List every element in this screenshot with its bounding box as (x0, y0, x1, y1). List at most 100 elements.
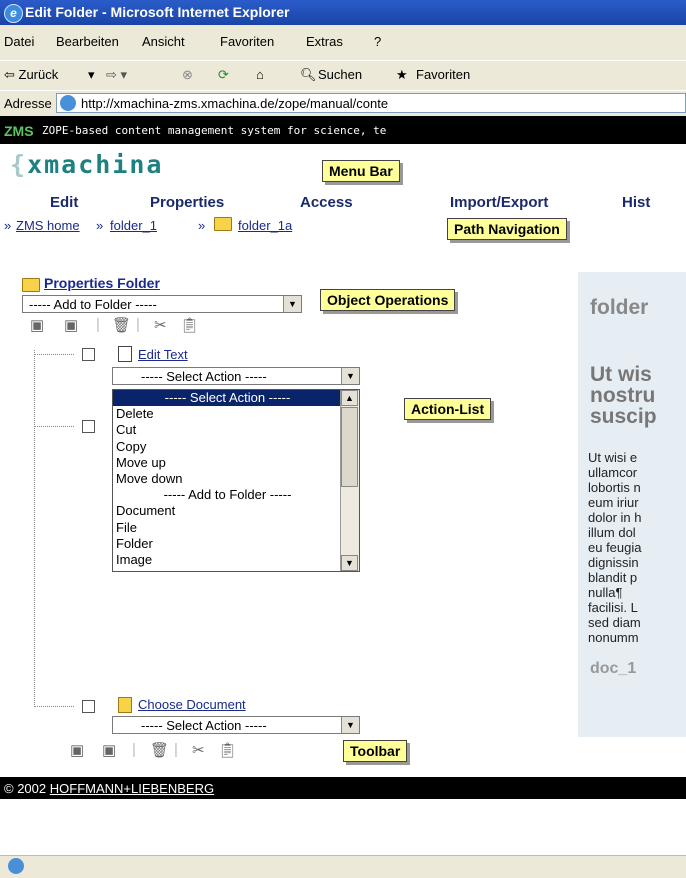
separator: | (136, 316, 140, 333)
copy-icon[interactable]: ▣ (70, 741, 84, 759)
paste-icon[interactable]: ▣ (64, 316, 78, 334)
delete-icon[interactable]: 🗑︎ (112, 316, 131, 334)
action-option[interactable]: ----- Select Action ----- (113, 390, 359, 407)
zms-logo: ZMS (4, 123, 34, 139)
address-input[interactable]: http://xmachina-zms.xmachina.de/zope/man… (56, 93, 686, 113)
action-option[interactable]: Copy (113, 439, 359, 455)
content-preview-panel: folder Ut wis nostru suscip Ut wisi e ul… (578, 272, 686, 737)
edit-text-link[interactable]: Edit Text (138, 347, 188, 362)
address-label: Adresse (4, 96, 52, 111)
callout-toolbar: Toolbar (343, 740, 408, 762)
tree-line (34, 354, 74, 355)
footer-company-link[interactable]: HOFFMANN+LIEBENBERG (50, 781, 214, 796)
address-bar: Adresse http://xmachina-zms.xmachina.de/… (0, 90, 686, 117)
stop-icon[interactable]: ⊗ (182, 67, 193, 83)
search-icon[interactable]: 🔍︎ (300, 67, 317, 83)
preview-title: Ut wis nostru suscip (590, 363, 657, 428)
item-checkbox[interactable] (82, 348, 95, 361)
footer-text: © 2002 HOFFMANN+LIEBENBERG (4, 781, 215, 796)
tree-line (34, 350, 35, 707)
callout-menu-bar: Menu Bar (322, 160, 400, 182)
action-option[interactable]: Document (113, 503, 359, 519)
refresh-icon[interactable]: ⟳ (218, 67, 229, 83)
properties-folder-link[interactable]: Properties Folder (44, 275, 160, 291)
address-url: http://xmachina-zms.xmachina.de/zope/man… (81, 96, 389, 111)
internet-zone-icon (8, 858, 24, 874)
scroll-thumb[interactable] (341, 407, 358, 487)
item-checkbox[interactable] (82, 420, 95, 433)
scrollbar[interactable]: ▲ ▼ (340, 390, 359, 571)
add-to-folder-select[interactable]: ----- Add to Folder ----- ▼ (22, 295, 302, 313)
choose-document-link[interactable]: Choose Document (138, 697, 246, 712)
tree-line (34, 426, 74, 427)
window-title: Edit Folder - Microsoft Internet Explore… (25, 4, 290, 20)
chevron-down-icon: ▼ (341, 717, 359, 733)
action-option[interactable]: ----- Add to Folder ----- (113, 487, 359, 503)
callout-action-list: Action-List (404, 398, 492, 420)
page-icon (60, 95, 76, 111)
menu-help[interactable]: ? (374, 34, 381, 49)
breadcrumb-sep: » (198, 218, 206, 233)
forward-button[interactable]: ⇨ ▾ (106, 67, 127, 83)
zms-tagline: ZOPE-based content management system for… (42, 124, 387, 137)
tab-import-export[interactable]: Import/Export (450, 194, 548, 211)
tab-properties[interactable]: Properties (150, 194, 224, 211)
zms-banner: ZMS ZOPE-based content management system… (0, 116, 686, 144)
browser-menu-bar: Datei Bearbeiten Ansicht Favoriten Extra… (0, 25, 686, 60)
action-option[interactable]: Folder (113, 536, 359, 552)
callout-path-navigation: Path Navigation (447, 218, 567, 240)
scroll-up-icon[interactable]: ▲ (341, 390, 358, 406)
breadcrumb-folder-1a[interactable]: folder_1a (238, 218, 292, 233)
separator: | (174, 741, 178, 758)
page-footer: © 2002 HOFFMANN+LIEBENBERG (0, 777, 686, 799)
chevron-down-icon: ▼ (283, 296, 301, 312)
back-dropdown-icon[interactable]: ▾ (88, 67, 95, 83)
home-icon[interactable]: ⌂ (256, 67, 264, 82)
tab-edit[interactable]: Edit (50, 194, 78, 211)
callout-object-operations: Object Operations (320, 289, 456, 311)
breadcrumb-sep: » (96, 218, 104, 233)
xmachina-logo: {xmachina (10, 150, 164, 179)
action-option[interactable]: Move down (113, 471, 359, 487)
delete-icon[interactable]: 🗑︎ (150, 741, 169, 759)
separator: | (96, 316, 100, 333)
action-option[interactable]: Move up (113, 455, 359, 471)
breadcrumb-prefix: » (4, 218, 12, 233)
action-option[interactable]: File (113, 520, 359, 536)
tab-access[interactable]: Access (300, 194, 353, 211)
preview-body-text: Ut wisi e ullamcor lobortis n eum iriur … (588, 450, 642, 645)
document-icon (118, 697, 132, 713)
menu-extras[interactable]: Extras (306, 34, 343, 49)
clipboard-icon[interactable]: 📋︎ (218, 741, 237, 759)
chevron-down-icon: ▼ (341, 368, 359, 384)
scroll-down-icon[interactable]: ▼ (341, 555, 358, 571)
back-button[interactable]: ⇦ Zurück (4, 67, 58, 83)
cut-icon[interactable]: ✂ (192, 741, 205, 759)
action-option[interactable]: Delete (113, 406, 359, 422)
tree-line (34, 706, 74, 707)
copy-icon[interactable]: ▣ (30, 316, 44, 334)
action-list[interactable]: ----- Select Action ----- Delete Cut Cop… (112, 389, 360, 572)
select-action-dropdown[interactable]: ----- Select Action ----- ▼ (112, 716, 360, 734)
tab-history[interactable]: Hist (622, 194, 650, 211)
item-checkbox[interactable] (82, 700, 95, 713)
breadcrumb-folder-1[interactable]: folder_1 (110, 218, 157, 233)
action-option[interactable]: Image (113, 552, 359, 568)
cut-icon[interactable]: ✂ (154, 316, 167, 334)
text-document-icon (118, 346, 132, 362)
favorites-button[interactable]: Favoriten (416, 67, 470, 82)
menu-ansicht[interactable]: Ansicht (142, 34, 185, 49)
action-option[interactable]: Cut (113, 422, 359, 438)
browser-toolbar: ⇦ Zurück ▾ ⇨ ▾ ⊗ ⟳ ⌂ 🔍︎ Suchen ★ Favorit… (0, 60, 686, 91)
paste-icon[interactable]: ▣ (102, 741, 116, 759)
menu-datei[interactable]: Datei (4, 34, 34, 49)
menu-favoriten[interactable]: Favoriten (220, 34, 274, 49)
preview-doc-label: doc_1 (590, 660, 637, 677)
breadcrumb-home[interactable]: ZMS home (16, 218, 80, 233)
select-action-dropdown[interactable]: ----- Select Action ----- ▼ (112, 367, 360, 385)
clipboard-icon[interactable]: 📋︎ (180, 316, 199, 334)
search-button[interactable]: Suchen (318, 67, 362, 82)
menu-bearbeiten[interactable]: Bearbeiten (56, 34, 119, 49)
favorites-icon[interactable]: ★ (396, 67, 408, 83)
preview-heading: folder (590, 296, 649, 319)
